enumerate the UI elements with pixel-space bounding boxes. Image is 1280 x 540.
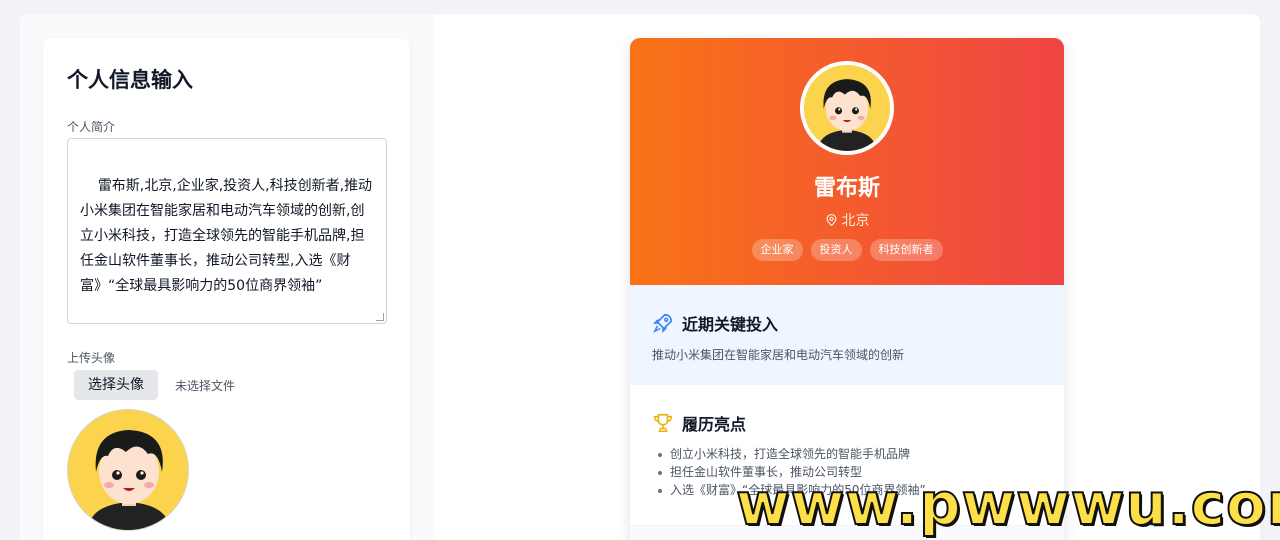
profile-card: 雷布斯 北京 企业家 投资人 科技创新者 近期关键投入 推动小米集团在智能家居和… xyxy=(630,38,1064,540)
profile-location: 北京 xyxy=(630,210,1064,230)
avatar-illustration xyxy=(68,410,188,530)
bio-label: 个人简介 xyxy=(67,120,116,134)
invest-text: 推动小米集团在智能家居和电动汽车领域的创新 xyxy=(652,348,905,362)
highlights-title: 履历亮点 xyxy=(652,411,746,435)
invest-section: 近期关键投入 推动小米集团在智能家居和电动汽车领域的创新 xyxy=(630,285,1064,385)
watermark-text: www.pwwwu.com xyxy=(735,469,1280,539)
trophy-icon xyxy=(654,413,672,432)
card-header: 雷布斯 北京 企业家 投资人 科技创新者 xyxy=(630,38,1064,285)
bio-textarea[interactable]: 雷布斯,北京,企业家,投资人,科技创新者,推动小米集团在智能家居和电动汽车领域的… xyxy=(67,138,387,324)
tag: 企业家 xyxy=(751,239,803,261)
bio-text: 雷布斯,北京,企业家,投资人,科技创新者,推动小米集团在智能家居和电动汽车领域的… xyxy=(80,178,373,294)
choose-avatar-button[interactable]: 选择头像 xyxy=(74,370,158,400)
resize-handle[interactable] xyxy=(376,313,384,321)
highlights-title-text: 履历亮点 xyxy=(682,415,747,434)
card-avatar xyxy=(800,61,894,155)
tag: 投资人 xyxy=(810,239,862,261)
invest-title: 近期关键投入 xyxy=(652,311,778,335)
location-text: 北京 xyxy=(841,213,870,229)
tag-row: 企业家 投资人 科技创新者 xyxy=(630,239,1064,261)
file-status: 未选择文件 xyxy=(175,379,236,393)
profile-name: 雷布斯 xyxy=(813,176,880,201)
avatar-label: 上传头像 xyxy=(67,351,116,365)
rocket-icon xyxy=(652,313,673,334)
avatar-preview-image xyxy=(67,409,189,531)
invest-title-text: 近期关键投入 xyxy=(682,315,779,334)
list-item: 创立小米科技，打造全球领先的智能手机品牌 xyxy=(658,445,926,463)
card-avatar-illustration xyxy=(804,65,890,151)
tag: 科技创新者 xyxy=(869,239,943,261)
form-panel: 个人信息输入 个人简介 雷布斯,北京,企业家,投资人,科技创新者,推动小米集团在… xyxy=(43,38,410,540)
form-title: 个人信息输入 xyxy=(67,68,193,92)
location-pin-icon xyxy=(826,213,836,227)
